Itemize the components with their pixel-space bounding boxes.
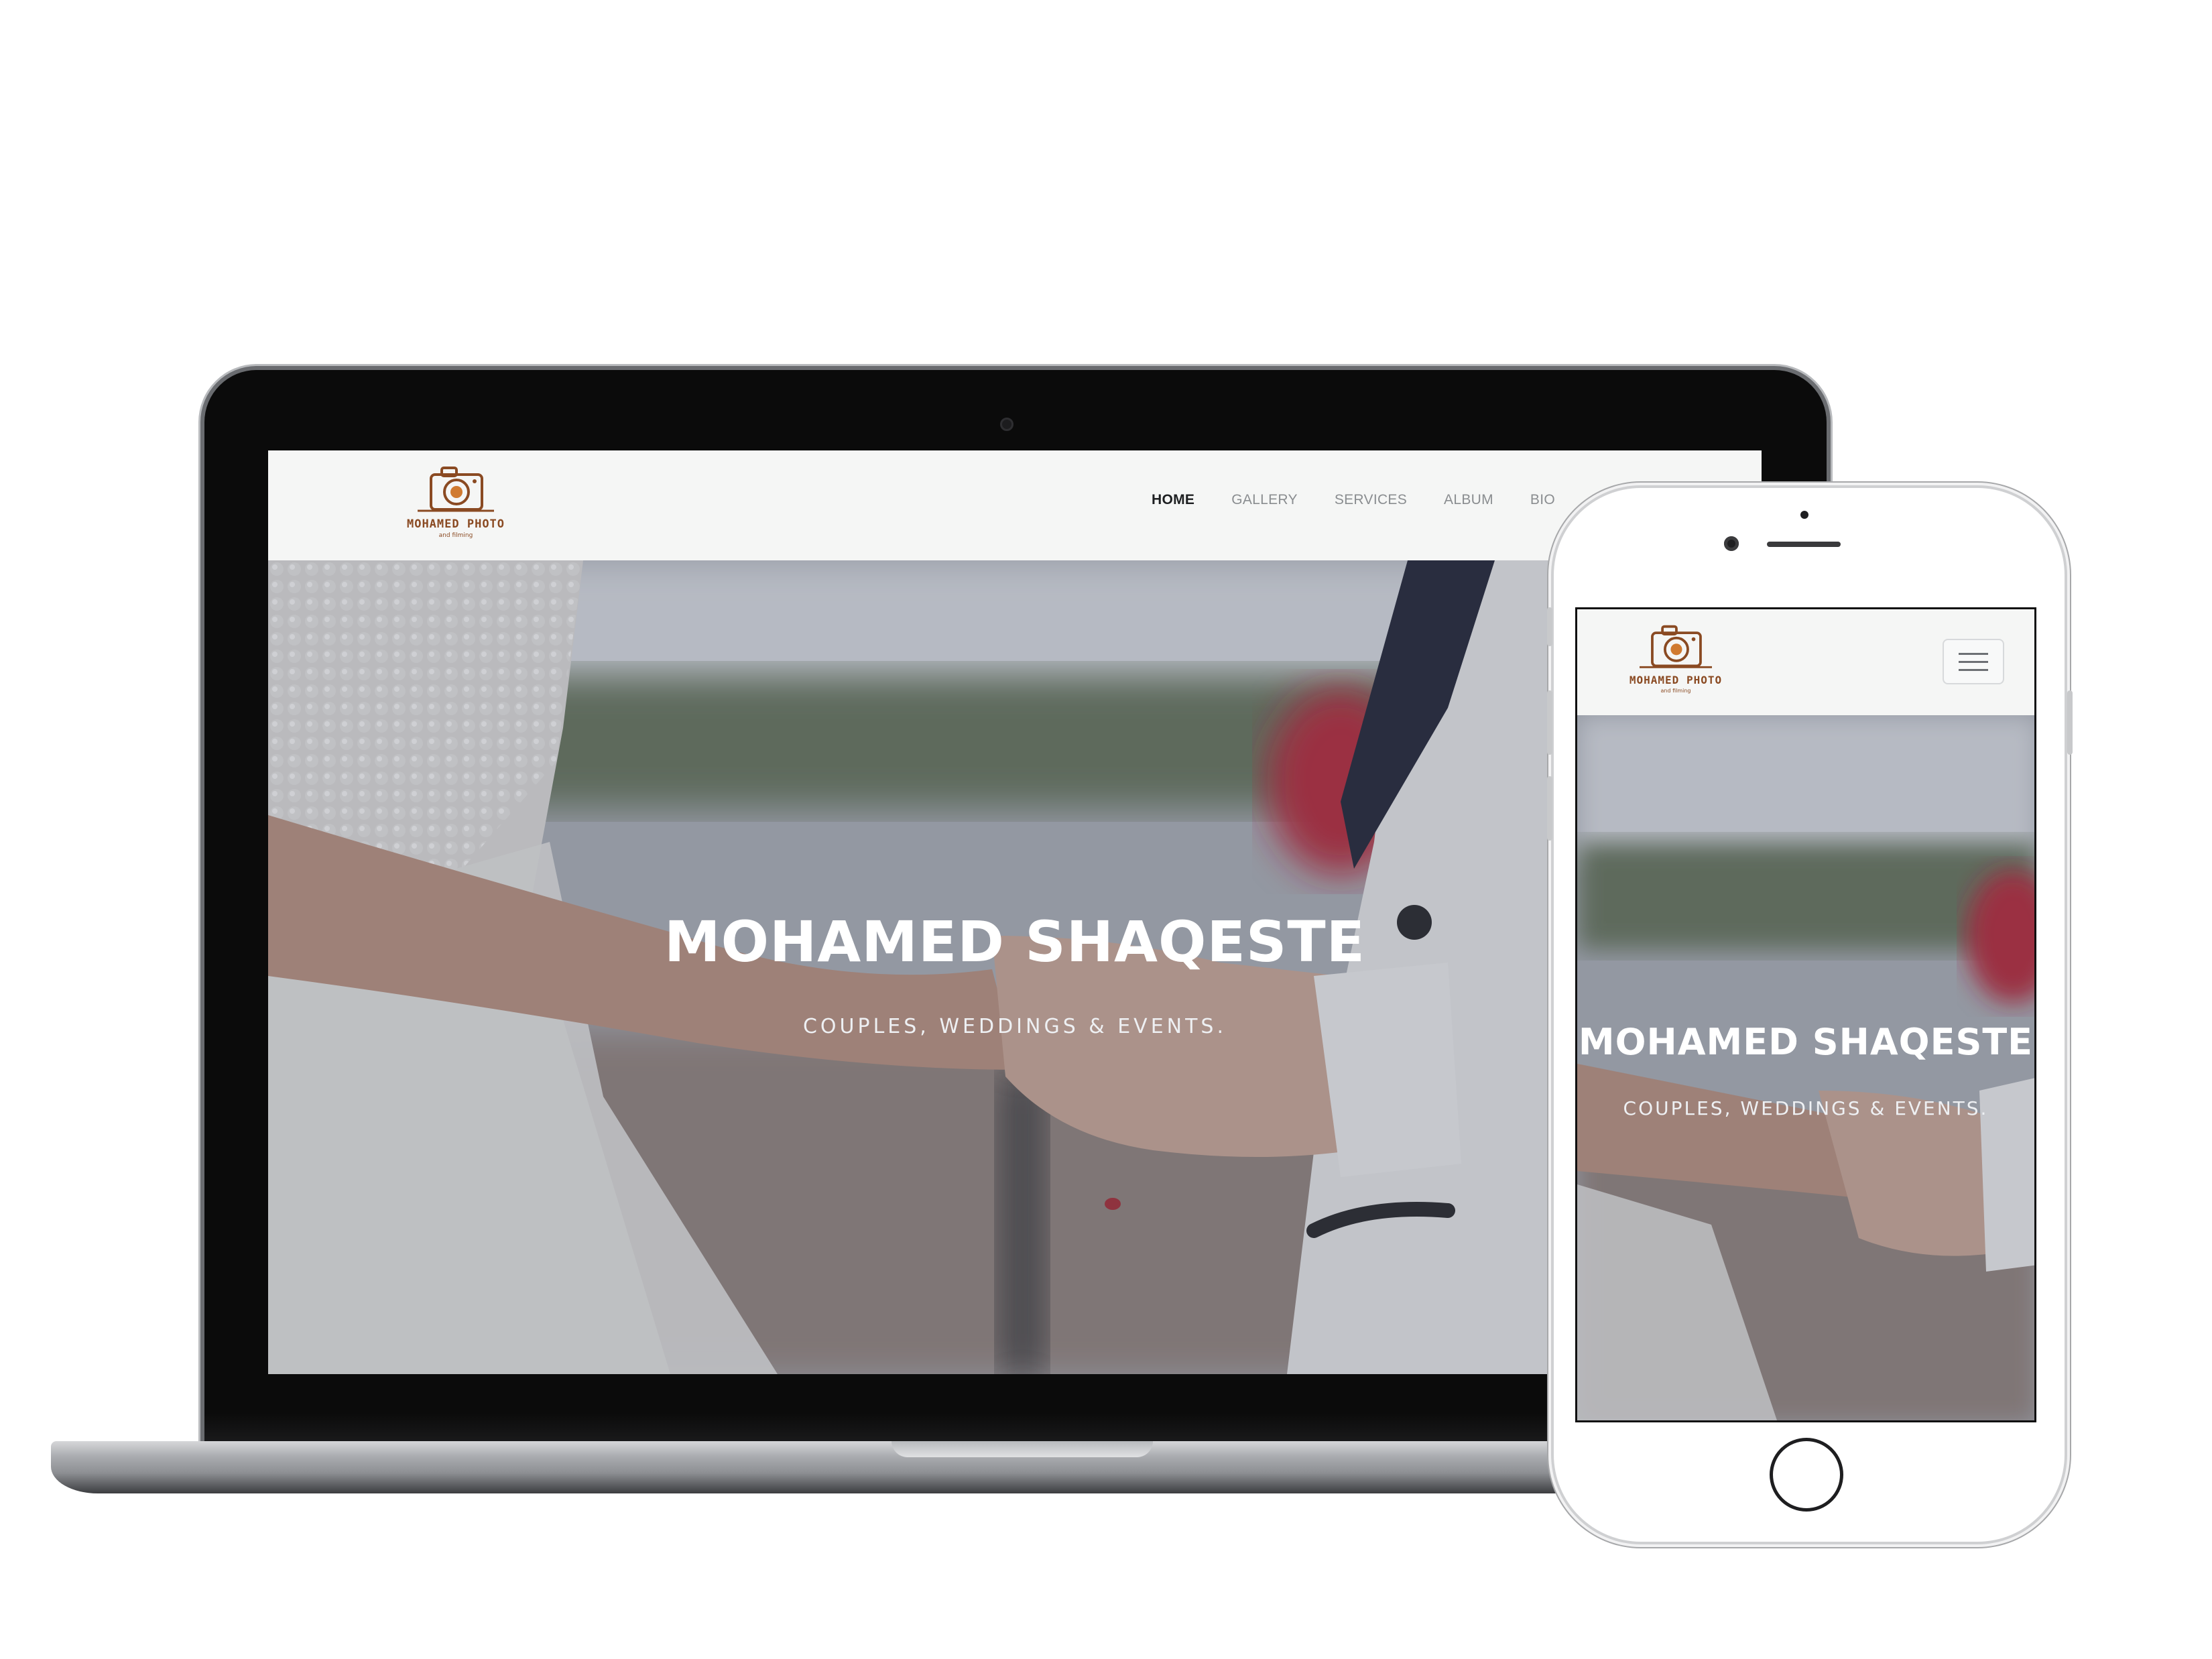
site-header: MOHAMED PHOTO and filming HOME GALLERY S… [268,450,1762,560]
hero-subtitle: COUPLES, WEDDINGS & EVENTS. [802,1015,1227,1038]
mobile-hero-title: MOHAMED SHAQESTE [1578,1021,2034,1063]
main-nav: HOME GALLERY SERVICES ALBUM BIO [1152,492,1592,508]
phone-mute-switch [1547,607,1552,646]
phone-front-camera [1724,536,1739,551]
nav-item-services[interactable]: SERVICES [1335,492,1407,508]
hamburger-menu-icon[interactable] [1943,639,2004,684]
hamburger-line [1959,660,1988,663]
nav-item-bio[interactable]: BIO [1530,492,1555,508]
laptop-webcam [1000,418,1013,431]
mobile-hero-subtitle: COUPLES, WEDDINGS & EVENTS. [1623,1097,1989,1119]
phone-volume-down [1547,776,1552,841]
mobile-website: MOHAMED PHOTO and filming MOHAMED SHAQES… [1575,607,2036,1422]
mobile-site-logo[interactable]: MOHAMED PHOTO and filming [1625,623,1726,694]
mobile-hero-section: MOHAMED SHAQESTE COUPLES, WEDDINGS & EVE… [1577,715,2034,1420]
nav-item-home[interactable]: HOME [1152,492,1194,508]
phone-speaker [1767,542,1841,547]
desktop-website: MOHAMED PHOTO and filming HOME GALLERY S… [268,450,1762,1374]
nav-item-album[interactable]: ALBUM [1444,492,1493,508]
phone-sensor [1800,511,1808,519]
camera-icon [1640,625,1712,668]
hamburger-line [1959,652,1988,655]
phone-home-button [1770,1438,1843,1512]
mobile-brand-tagline: and filming [1660,688,1691,694]
mobile-hero-overlay [1577,715,2034,1420]
mobile-header: MOHAMED PHOTO and filming [1577,609,2034,715]
laptop-notch [892,1441,1153,1457]
nav-item-gallery[interactable]: GALLERY [1231,492,1298,508]
hero-title: MOHAMED SHAQESTE [664,909,1366,975]
camera-icon [418,467,494,512]
brand-tagline: and filming [438,532,473,539]
phone-volume-up [1547,690,1552,755]
brand-name: MOHAMED PHOTO [406,517,505,531]
hamburger-line [1959,668,1988,671]
mobile-brand-name: MOHAMED PHOTO [1629,674,1723,686]
hero-section: MOHAMED SHAQESTE COUPLES, WEDDINGS & EVE… [268,560,1762,1374]
phone-power-button [2067,690,2073,755]
site-logo[interactable]: MOHAMED PHOTO and filming [402,464,509,539]
